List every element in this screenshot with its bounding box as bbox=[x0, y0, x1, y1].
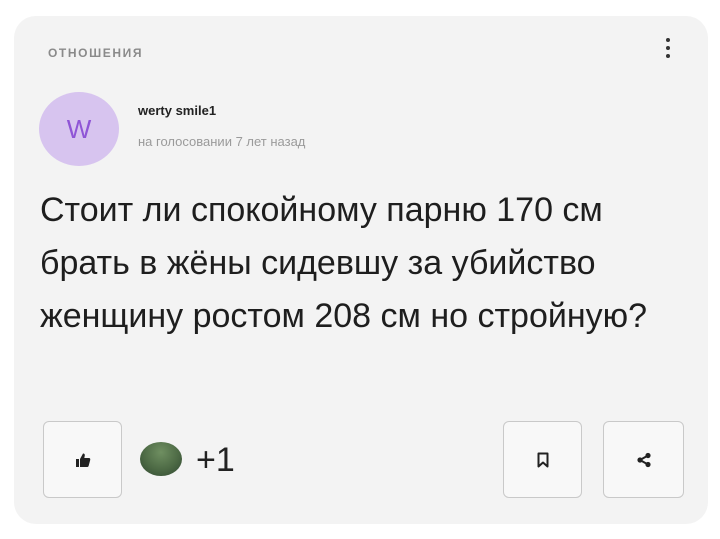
reaction-count: +1 bbox=[196, 441, 235, 479]
question-text: Стоит ли спокойному парню 170 см брать в… bbox=[40, 191, 648, 335]
bookmark-icon bbox=[537, 452, 548, 467]
like-button[interactable] bbox=[43, 421, 122, 498]
more-options-icon[interactable] bbox=[660, 36, 676, 60]
bookmark-button[interactable] bbox=[503, 421, 582, 498]
reaction-image-icon[interactable] bbox=[140, 442, 182, 476]
share-icon bbox=[636, 452, 651, 467]
post-meta: на голосовании 7 лет назад bbox=[138, 134, 306, 149]
share-button[interactable] bbox=[603, 421, 684, 498]
avatar[interactable]: W bbox=[39, 92, 119, 166]
category-label[interactable]: ОТНОШЕНИЯ bbox=[48, 46, 143, 60]
avatar-initial: W bbox=[66, 113, 92, 144]
thumbs-up-icon bbox=[75, 452, 90, 467]
author-name[interactable]: werty smile1 bbox=[138, 103, 216, 118]
